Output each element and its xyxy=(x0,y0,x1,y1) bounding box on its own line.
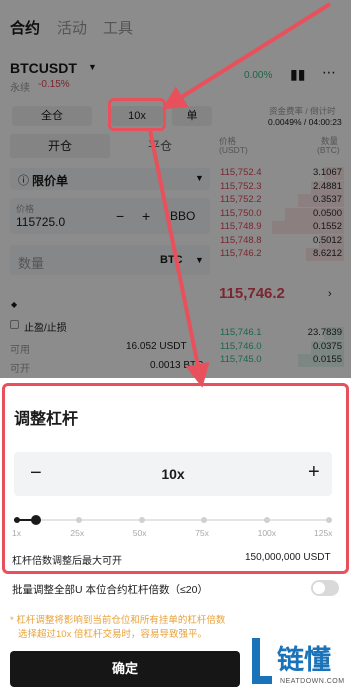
annotation-arrows-icon xyxy=(148,2,332,388)
